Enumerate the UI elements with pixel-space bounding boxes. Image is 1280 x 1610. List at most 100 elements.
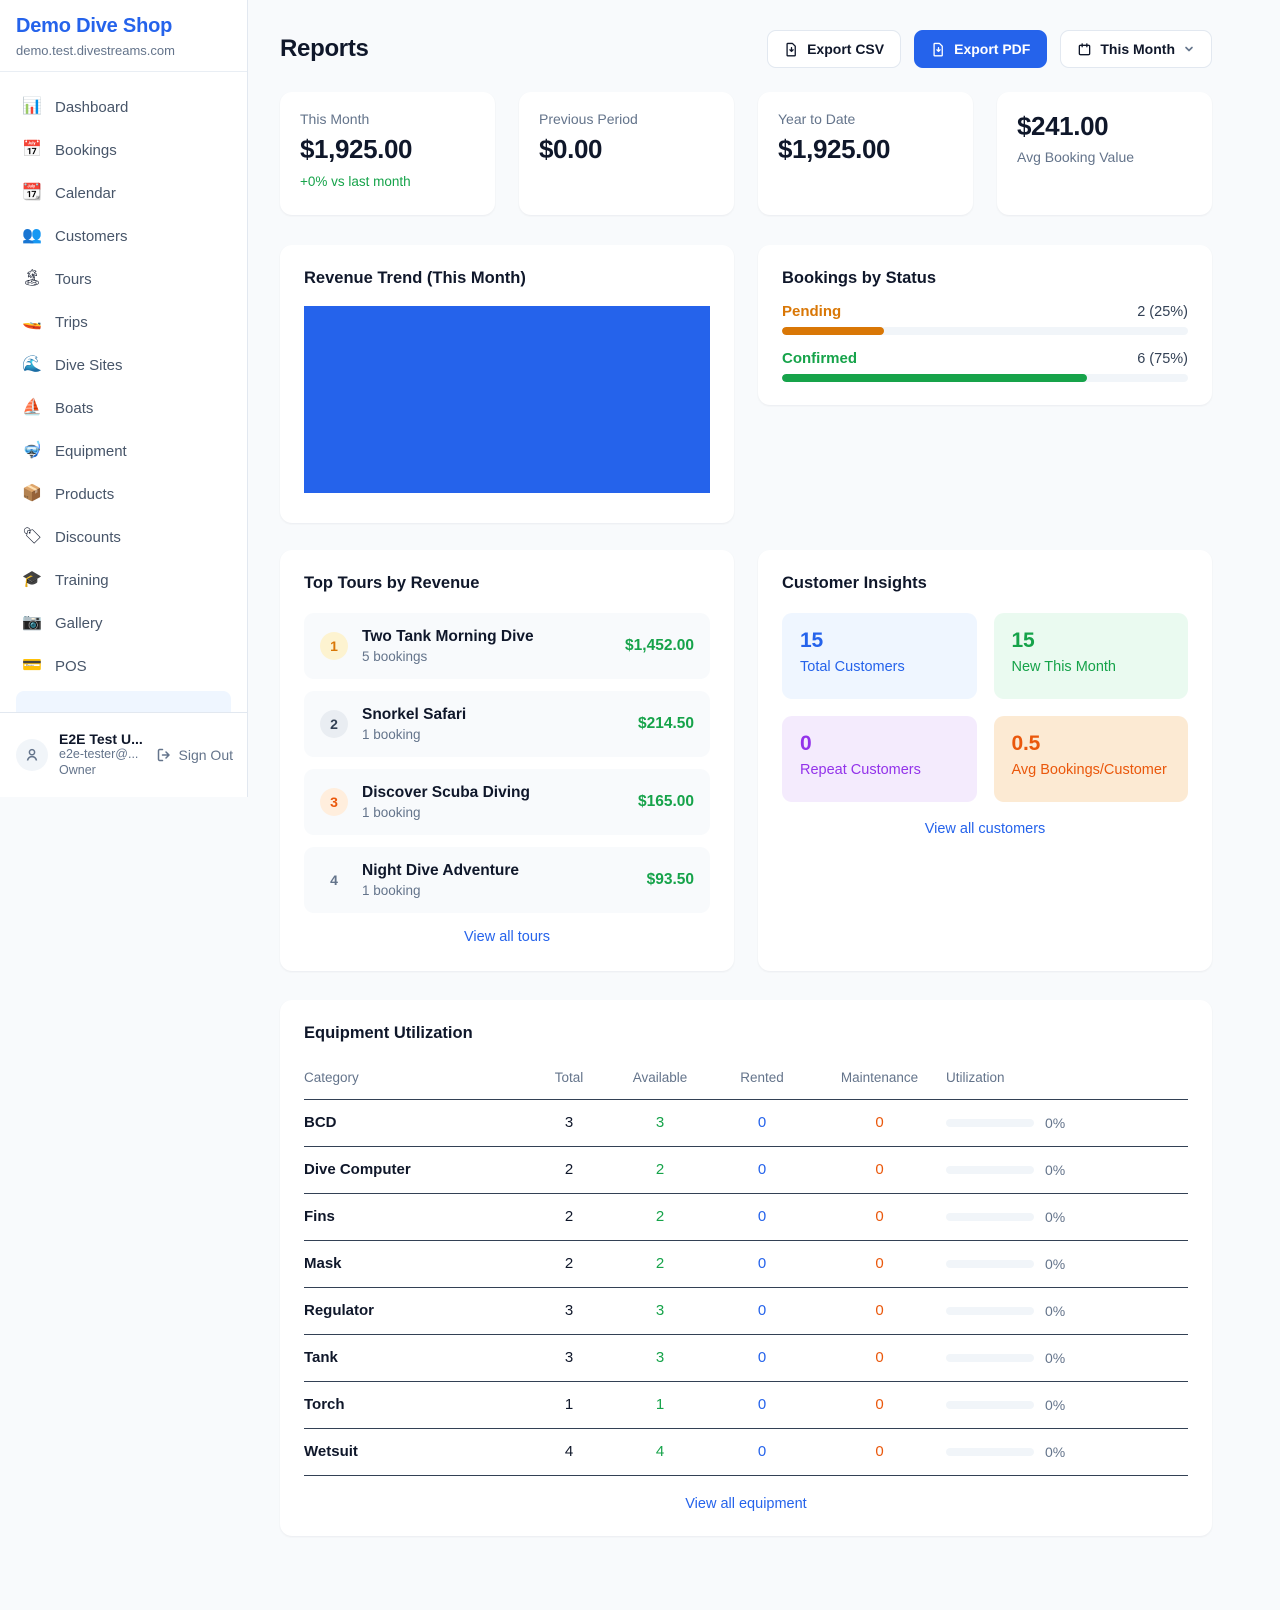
export-pdf-button[interactable]: Export PDF [914, 30, 1047, 68]
graduation-cap-icon: 🎓 [22, 572, 42, 588]
camera-icon: 📷 [22, 615, 42, 631]
wave-icon: 🌊 [22, 357, 42, 373]
view-all-customers-link[interactable]: View all customers [925, 821, 1046, 837]
cell-available: 3 [609, 1100, 711, 1147]
rank-badge: 4 [320, 866, 348, 894]
cell-available: 4 [609, 1429, 711, 1476]
table-row: Tank 3 3 0 0 0% [304, 1335, 1188, 1382]
sidebar-item-reports-active[interactable] [16, 691, 231, 712]
cell-total: 1 [529, 1382, 609, 1429]
table-row: BCD 3 3 0 0 0% [304, 1100, 1188, 1147]
cell-available: 3 [609, 1288, 711, 1335]
sidebar-item[interactable]: 🏝 Tours [8, 261, 239, 297]
header-actions: Export CSV Export PDF This Month [767, 30, 1212, 68]
sidebar-item[interactable]: 🏷 Discounts [8, 519, 239, 555]
sidebar-item[interactable]: 🌊 Dive Sites [8, 347, 239, 383]
sidebar-item-label: Dive Sites [55, 357, 123, 374]
sign-out-button[interactable]: Sign Out [156, 747, 233, 763]
utilization-bar [946, 1307, 1034, 1315]
insight-value: 0 [800, 732, 959, 756]
cell-total: 4 [529, 1429, 609, 1476]
cell-rented: 0 [711, 1288, 813, 1335]
cell-maintenance: 0 [813, 1335, 946, 1382]
revenue-trend-chart [304, 306, 710, 493]
sidebar-item[interactable]: 👥 Customers [8, 218, 239, 254]
cell-utilization: 0% [946, 1382, 1188, 1429]
tour-row[interactable]: 3 Discover Scuba Diving 1 booking $165.0… [304, 769, 710, 835]
view-all-tours-link[interactable]: View all tours [464, 929, 550, 945]
cell-maintenance: 0 [813, 1429, 946, 1476]
export-csv-button[interactable]: Export CSV [767, 30, 901, 68]
insight-tile: 15 Total Customers [782, 613, 977, 699]
sidebar-nav: 📊 Dashboard 📅 Bookings 📆 Calendar 👥 Cust… [0, 72, 247, 712]
tour-row[interactable]: 1 Two Tank Morning Dive 5 bookings $1,45… [304, 613, 710, 679]
sidebar-item-label: Customers [55, 228, 128, 245]
status-bar-track [782, 374, 1188, 382]
sidebar-item[interactable]: 🚤 Trips [8, 304, 239, 340]
stat-label: Avg Booking Value [1017, 149, 1192, 165]
col-header-maintenance: Maintenance [813, 1062, 946, 1100]
sidebar-item-label: Trips [55, 314, 88, 331]
tour-row[interactable]: 2 Snorkel Safari 1 booking $214.50 [304, 691, 710, 757]
table-row: Fins 2 2 0 0 0% [304, 1194, 1188, 1241]
col-header-available: Available [609, 1062, 711, 1100]
tour-row[interactable]: 4 Night Dive Adventure 1 booking $93.50 [304, 847, 710, 913]
insight-value: 0.5 [1012, 732, 1171, 756]
sidebar-item[interactable]: 📅 Bookings [8, 132, 239, 168]
sidebar-item[interactable]: 📊 Dashboard [8, 89, 239, 125]
col-header-total: Total [529, 1062, 609, 1100]
shop-name: Demo Dive Shop [16, 15, 231, 38]
status-bar-fill [782, 327, 884, 335]
insight-tile: 0.5 Avg Bookings/Customer [994, 716, 1189, 802]
cell-maintenance: 0 [813, 1241, 946, 1288]
sidebar-item[interactable]: 📷 Gallery [8, 605, 239, 641]
table-row: Dive Computer 2 2 0 0 0% [304, 1147, 1188, 1194]
cell-category: Dive Computer [304, 1147, 529, 1194]
cell-available: 2 [609, 1194, 711, 1241]
status-row: Pending 2 (25%) [782, 303, 1188, 335]
chevron-down-icon [1183, 43, 1195, 55]
user-role: Owner [59, 763, 145, 779]
tour-name: Snorkel Safari [362, 706, 624, 724]
sidebar-item[interactable]: ⛵ Boats [8, 390, 239, 426]
charts-row: Revenue Trend (This Month) Bookings by S… [280, 245, 1212, 523]
dive-mask-icon: 🤿 [22, 443, 42, 459]
insight-tile: 15 New This Month [994, 613, 1189, 699]
utilization-percent: 0% [1045, 1115, 1065, 1131]
cell-utilization: 0% [946, 1100, 1188, 1147]
utilization-bar [946, 1213, 1034, 1221]
cell-utilization: 0% [946, 1241, 1188, 1288]
cell-available: 2 [609, 1241, 711, 1288]
tour-amount: $93.50 [647, 871, 694, 889]
sidebar-item-label: Products [55, 486, 114, 503]
tour-bookings: 1 booking [362, 883, 633, 898]
cell-rented: 0 [711, 1194, 813, 1241]
sailboat-icon: ⛵ [22, 400, 42, 416]
table-row: Regulator 3 3 0 0 0% [304, 1288, 1188, 1335]
cell-category: Torch [304, 1382, 529, 1429]
tour-bookings: 5 bookings [362, 649, 611, 664]
insight-value: 15 [1012, 629, 1171, 653]
insight-label: Avg Bookings/Customer [1012, 762, 1171, 778]
status-count: 6 (75%) [1137, 351, 1188, 367]
stat-value: $1,925.00 [778, 134, 953, 165]
status-bar-fill [782, 374, 1087, 382]
sidebar-item-label: Calendar [55, 185, 116, 202]
tour-info: Two Tank Morning Dive 5 bookings [362, 628, 611, 664]
cell-maintenance: 0 [813, 1382, 946, 1429]
sidebar-item[interactable]: 🎓 Training [8, 562, 239, 598]
sidebar-item[interactable]: 🤿 Equipment [8, 433, 239, 469]
tour-name: Night Dive Adventure [362, 862, 633, 880]
speedboat-icon: 🚤 [22, 314, 42, 330]
stat-card-previous-period: Previous Period $0.00 [519, 92, 734, 215]
period-dropdown[interactable]: This Month [1060, 30, 1212, 68]
sidebar-item-label: Tours [55, 271, 92, 288]
cell-total: 3 [529, 1335, 609, 1382]
utilization-percent: 0% [1045, 1303, 1065, 1319]
sidebar-item[interactable]: 📆 Calendar [8, 175, 239, 211]
rank-badge: 3 [320, 788, 348, 816]
sidebar-item-label: Discounts [55, 529, 121, 546]
sidebar-item[interactable]: 💳 POS [8, 648, 239, 684]
sidebar-item[interactable]: 📦 Products [8, 476, 239, 512]
view-all-equipment-link[interactable]: View all equipment [685, 1496, 806, 1512]
